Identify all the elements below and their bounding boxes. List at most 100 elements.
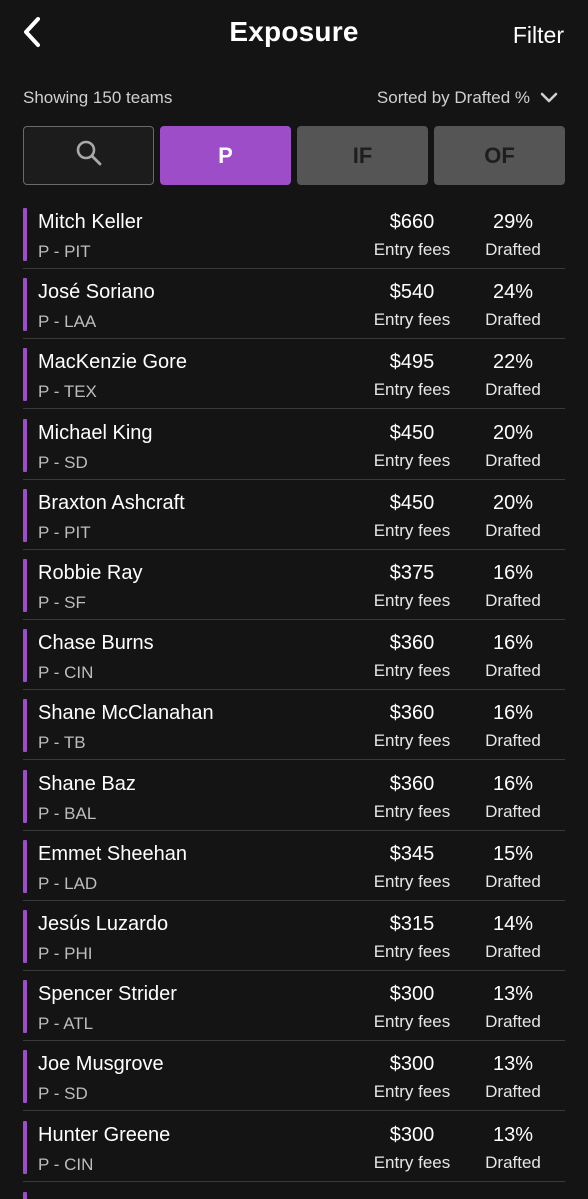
position-color-bar <box>23 1050 27 1104</box>
list-item[interactable]: Emmet Sheehan P - LAD $345 Entry fees 15% Dra… <box>23 831 565 901</box>
list-item[interactable]: Michael King P - SD $450 Entry fees 20% Draft… <box>23 410 565 480</box>
entry-fee-amount: $300 <box>389 1053 435 1076</box>
player-position-team: P - LAD <box>38 873 98 893</box>
entry-fee-amount: $450 <box>389 421 435 444</box>
list-summary-bar: Showing 150 teams Sorted by Drafted % <box>0 82 588 116</box>
entry-fee-label: Entry fees <box>373 380 451 400</box>
entry-fee-label: Entry fees <box>373 871 451 891</box>
drafted-percent: 15% <box>492 842 534 865</box>
list-item[interactable]: José Soriano P - LAA $540 Entry fees 24% Draf… <box>23 269 565 340</box>
position-color-bar <box>23 559 27 612</box>
entry-fee-label: Entry fees <box>373 1082 451 1102</box>
drafted-percent: 16% <box>492 702 534 725</box>
tab-of[interactable]: OF <box>434 126 565 185</box>
entry-fee-amount: $360 <box>389 772 435 795</box>
top-bar: Exposure Filter <box>0 0 588 72</box>
drafted-label: Drafted <box>485 310 541 330</box>
drafted-percent: 13% <box>492 983 534 1006</box>
list-item[interactable]: Hunter Greene P - CIN $300 Entry fees 13% Dra… <box>23 1112 565 1182</box>
player-position-team: P - TB <box>38 733 86 753</box>
list-item[interactable]: Jesús Luzardo P - PHI $315 Entry fees 14% Dra… <box>23 901 565 971</box>
player-position-team: P - PHI <box>38 944 93 963</box>
drafted-percent: 16% <box>492 772 534 795</box>
list-item[interactable]: Spencer Strider P - ATL $300 Entry fees 13% D… <box>23 971 565 1042</box>
filter-button[interactable]: Filter <box>513 22 564 49</box>
drafted-label: Drafted <box>485 801 541 821</box>
entry-fee-label: Entry fees <box>373 310 451 330</box>
player-position-team: P - BAL <box>38 803 97 823</box>
list-item[interactable]: Shane McClanahan P - TB $360 Entry fees 16% D… <box>23 690 565 761</box>
list-item[interactable]: Chase Burns P - CIN $360 Entry fees 16% Draft… <box>23 620 565 691</box>
drafted-label: Drafted <box>485 1012 541 1032</box>
position-color-bar <box>23 1192 27 1199</box>
entry-fee-amount: $315 <box>389 913 435 935</box>
list-item[interactable]: Robbie Ray P - SF $375 Entry fees 16% Drafted <box>23 550 565 620</box>
entry-fee-label: Entry fees <box>373 942 451 961</box>
position-color-bar <box>23 1120 27 1174</box>
sort-label: Sorted by Drafted % <box>376 88 530 107</box>
list-item[interactable]: Braxton Ashcraft P - PIT $450 Entry fees 20%… <box>23 480 565 550</box>
drafted-percent: 16% <box>492 562 534 584</box>
tab-p[interactable]: P <box>160 126 291 185</box>
showing-count: Showing 150 teams <box>23 88 173 107</box>
search-button[interactable] <box>23 126 154 185</box>
list-item[interactable]: Joe Musgrove P - SD $300 Entry fees 13% Draft… <box>23 1041 565 1112</box>
drafted-label: Drafted <box>485 591 541 610</box>
player-name: Robbie Ray <box>38 562 143 584</box>
drafted-label: Drafted <box>485 380 541 400</box>
list-item[interactable]: Shane Baz P - BAL $360 Entry fees 16% Drafted <box>23 761 565 831</box>
entry-fee-amount: $360 <box>389 632 435 655</box>
position-color-bar <box>23 348 27 402</box>
entry-fee-amount: $345 <box>389 842 435 865</box>
drafted-percent: 14% <box>492 913 534 935</box>
player-name: Emmet Sheehan <box>38 842 187 865</box>
drafted-label: Drafted <box>485 871 541 891</box>
player-position-team: P - SD <box>38 1084 88 1104</box>
position-color-bar <box>23 278 27 332</box>
entry-fee-amount: $540 <box>389 281 435 304</box>
position-color-bar <box>23 910 27 963</box>
list-item-partial[interactable] <box>23 1188 565 1199</box>
drafted-percent: 22% <box>492 351 534 374</box>
position-color-bar <box>23 418 27 472</box>
player-name: Hunter Greene <box>38 1123 171 1146</box>
player-name: MacKenzie Gore <box>38 351 187 374</box>
entry-fee-amount: $660 <box>389 211 435 233</box>
position-color-bar <box>23 980 27 1034</box>
page-title: Exposure <box>229 16 359 47</box>
player-position-team: P - SD <box>38 452 88 472</box>
player-name: Shane Baz <box>38 772 136 795</box>
entry-fee-label: Entry fees <box>373 661 451 681</box>
drafted-percent: 24% <box>492 281 534 304</box>
sort-dropdown[interactable]: Sorted by Drafted % <box>377 88 558 108</box>
drafted-label: Drafted <box>485 942 541 961</box>
list-item[interactable]: MacKenzie Gore P - TEX $495 Entry fees 22% Dr… <box>23 339 565 410</box>
entry-fee-amount: $450 <box>389 491 435 514</box>
player-name: Shane McClanahan <box>38 702 214 725</box>
drafted-percent: 13% <box>492 1053 534 1076</box>
entry-fee-label: Entry fees <box>373 731 451 751</box>
entry-fee-label: Entry fees <box>373 1152 451 1172</box>
tab-if[interactable]: IF <box>297 126 428 185</box>
entry-fee-label: Entry fees <box>373 520 451 540</box>
drafted-percent: 20% <box>492 491 534 514</box>
drafted-label: Drafted <box>485 1152 541 1172</box>
entry-fee-amount: $495 <box>389 351 435 374</box>
position-color-bar <box>23 769 27 823</box>
drafted-label: Drafted <box>485 1082 541 1102</box>
player-position-team: P - CIN <box>38 1154 94 1174</box>
drafted-percent: 16% <box>492 632 534 655</box>
list-item[interactable]: Mitch Keller P - PIT $660 Entry fees 29% Draf… <box>23 199 565 269</box>
player-name: Chase Burns <box>38 632 154 655</box>
player-position-team: P - PIT <box>38 242 91 261</box>
player-name: Mitch Keller <box>38 211 143 233</box>
position-color-bar <box>23 629 27 683</box>
position-color-bar <box>23 839 27 893</box>
drafted-percent: 29% <box>492 211 534 233</box>
position-tabs: P IF OF <box>23 126 565 185</box>
drafted-percent: 20% <box>492 421 534 444</box>
entry-fee-label: Entry fees <box>373 591 451 610</box>
player-position-team: P - ATL <box>38 1014 94 1034</box>
chevron-down-icon <box>540 92 558 104</box>
player-position-team: P - CIN <box>38 663 94 683</box>
